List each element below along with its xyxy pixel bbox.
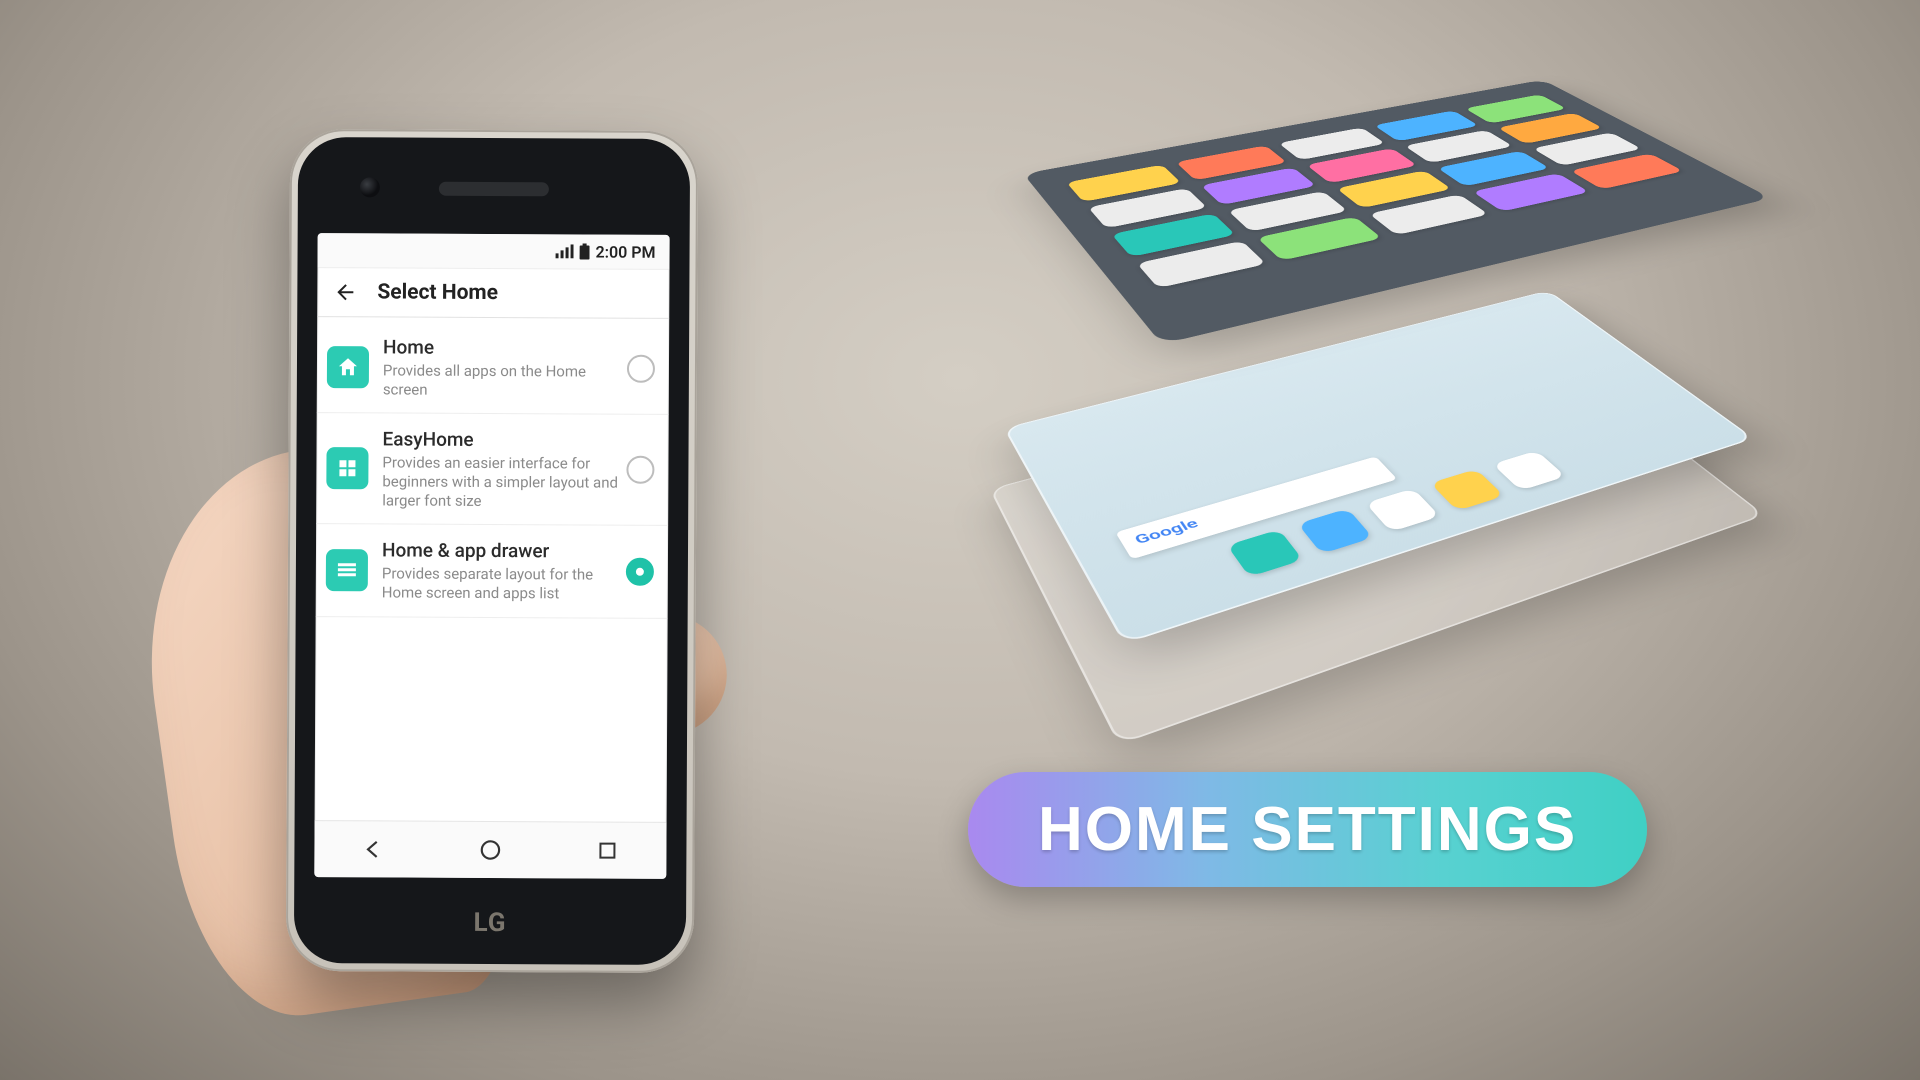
home-icon bbox=[327, 346, 369, 388]
status-bar: 2:00 PM bbox=[317, 233, 669, 270]
phone-screen: 2:00 PM Select Home Home Provides all a bbox=[314, 233, 669, 879]
option-title: EasyHome bbox=[383, 428, 627, 453]
radio-selected[interactable] bbox=[626, 558, 654, 586]
app-drawer-icon bbox=[326, 549, 368, 591]
home-screen-layer: Google bbox=[1004, 290, 1755, 644]
easyhome-icon bbox=[326, 447, 368, 489]
home-options-list: Home Provides all apps on the Home scree… bbox=[316, 317, 670, 618]
toolbar-title: Select Home bbox=[377, 280, 498, 305]
battery-icon bbox=[579, 243, 589, 259]
google-search-bar: Google bbox=[1115, 456, 1397, 559]
option-desc: Provides an easier interface for beginne… bbox=[382, 453, 626, 511]
home-layers-illustration: Google bbox=[1000, 100, 1780, 740]
back-button[interactable] bbox=[331, 278, 359, 306]
feature-title-pill: HOME SETTINGS bbox=[968, 772, 1647, 887]
google-logo-text: Google bbox=[1132, 517, 1201, 548]
option-title: Home bbox=[383, 335, 627, 360]
phone-device: 2:00 PM Select Home Home Provides all a bbox=[286, 129, 698, 973]
option-desc: Provides all apps on the Home screen bbox=[383, 361, 627, 400]
nav-back-button[interactable] bbox=[355, 831, 391, 867]
radio-unselected[interactable] bbox=[626, 456, 654, 484]
navigation-bar bbox=[314, 820, 666, 879]
home-dock bbox=[1227, 451, 1566, 577]
option-easyhome[interactable]: EasyHome Provides an easier interface fo… bbox=[316, 413, 669, 526]
option-title: Home & app drawer bbox=[382, 539, 626, 564]
status-time: 2:00 PM bbox=[595, 242, 655, 261]
toolbar: Select Home bbox=[317, 268, 669, 319]
option-home[interactable]: Home Provides all apps on the Home scree… bbox=[317, 321, 669, 415]
signal-icon bbox=[556, 244, 574, 258]
feature-title-text: HOME SETTINGS bbox=[1038, 795, 1577, 864]
option-home-app-drawer[interactable]: Home & app drawer Provides separate layo… bbox=[316, 524, 668, 618]
app-drawer-layer bbox=[1023, 80, 1771, 344]
phone-brand: LG bbox=[294, 907, 686, 939]
front-camera bbox=[360, 177, 380, 197]
option-desc: Provides separate layout for the Home sc… bbox=[382, 564, 626, 603]
radio-unselected[interactable] bbox=[627, 354, 655, 382]
earpiece-speaker bbox=[439, 182, 549, 197]
nav-recent-button[interactable] bbox=[590, 833, 626, 869]
phone-outline-layer bbox=[989, 341, 1765, 745]
nav-home-button[interactable] bbox=[472, 832, 508, 868]
